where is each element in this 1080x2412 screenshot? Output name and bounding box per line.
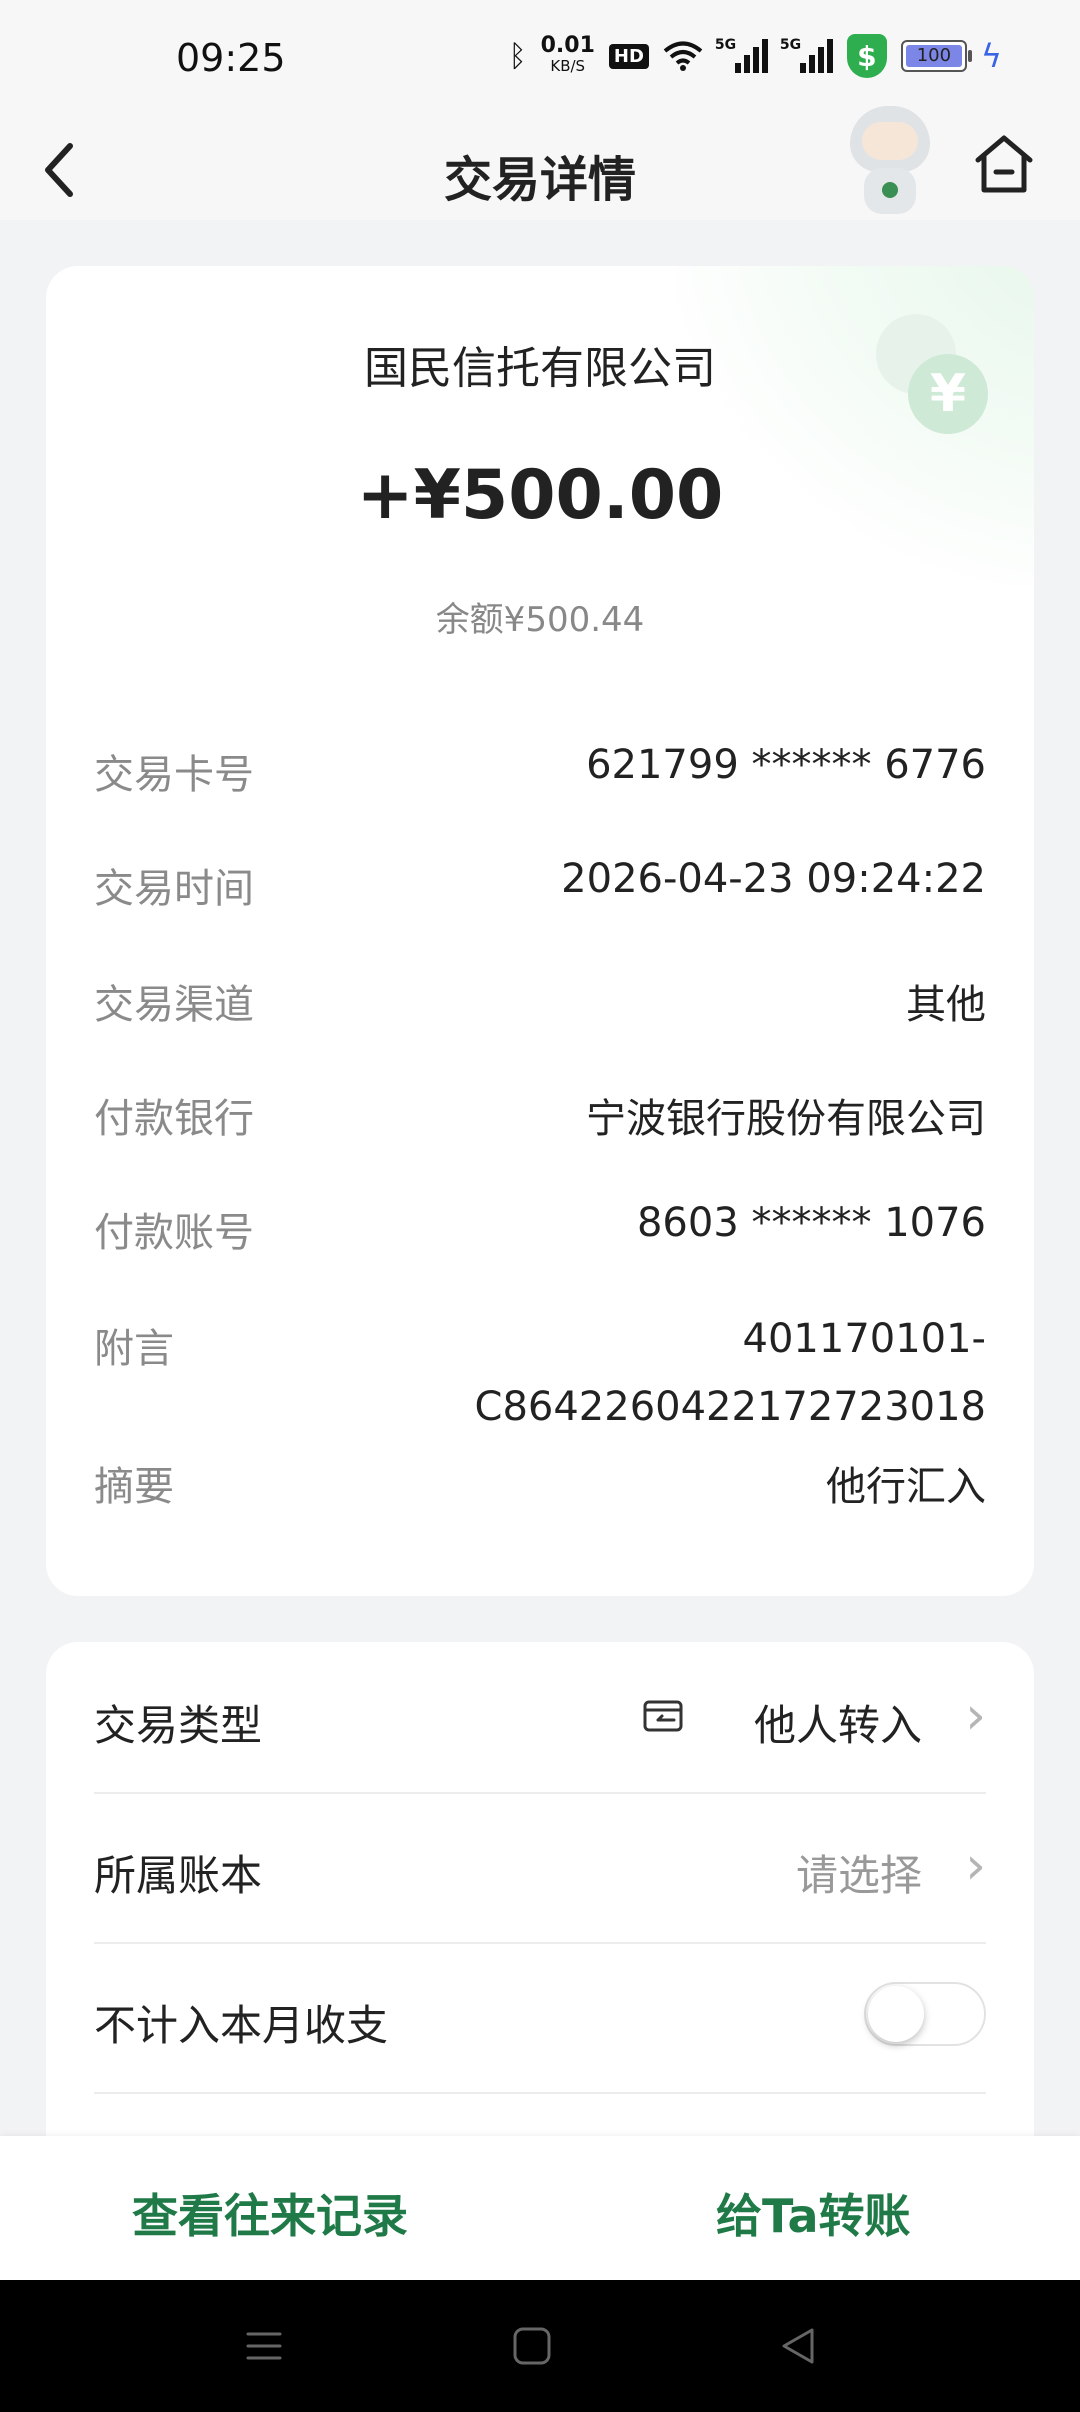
app-header: 交易详情 — [0, 106, 1080, 220]
transaction-detail-card: ¥ 国民信托有限公司 +¥500.00 余额¥500.44 交易卡号 62179… — [46, 266, 1034, 1596]
hd-icon: HD — [608, 43, 649, 69]
transaction-amount: +¥500.00 — [356, 456, 724, 535]
back-nav-icon[interactable] — [776, 2324, 820, 2368]
account-balance: 余额¥500.44 — [435, 600, 645, 640]
transaction-type-value: 他人转入 — [753, 1701, 922, 1750]
system-nav-bar — [0, 2280, 1080, 2412]
detail-value: 621799 ****** 6776 — [586, 742, 986, 788]
status-icons: ᛒ 0.01 KB/S HD 5G 5G $ 100 ϟ — [509, 34, 1002, 78]
assistant-mascot-icon[interactable] — [840, 106, 940, 216]
battery-icon: 100 — [900, 40, 972, 72]
status-bar: 09:25 ᛒ 0.01 KB/S HD 5G 5G $ 100 ϟ — [0, 0, 1080, 120]
signal-icon-2: 5G — [780, 37, 833, 73]
transaction-type-row[interactable]: 交易类型 他人转入 › — [94, 1642, 986, 1794]
detail-value: 其他 — [906, 982, 986, 1028]
exclude-monthly-toggle[interactable] — [864, 1982, 986, 2046]
menu-icon[interactable] — [242, 2324, 286, 2368]
home-nav-icon[interactable] — [510, 2324, 554, 2368]
detail-value: 8603 ****** 1076 — [636, 1200, 986, 1246]
detail-label: 交易时间 — [94, 866, 254, 912]
clock: 09:25 — [176, 36, 286, 80]
detail-value: 2026-04-23 09:24:22 — [561, 856, 986, 902]
toggle-knob — [868, 1986, 924, 2042]
detail-value: 宁波银行股份有限公司 — [586, 1096, 986, 1142]
detail-label: 交易卡号 — [94, 752, 254, 798]
detail-value: C8642260422172723018 — [474, 1384, 986, 1430]
charging-icon: ϟ — [980, 37, 1002, 75]
detail-value: 401170101- — [742, 1316, 986, 1362]
exclude-monthly-row: 不计入本月收支 — [94, 1942, 986, 2094]
detail-label: 摘要 — [94, 1464, 174, 1510]
exclude-monthly-label: 不计入本月收支 — [94, 2001, 389, 2050]
payer-name: 国民信托有限公司 — [364, 343, 716, 394]
network-speed: 0.01 KB/S — [540, 33, 595, 76]
view-history-button[interactable]: 查看往来记录 — [132, 2180, 408, 2246]
transaction-type-label: 交易类型 — [94, 1701, 263, 1750]
signal-icon-1: 5G — [715, 37, 768, 73]
chevron-right-icon: › — [965, 1686, 986, 1746]
bottom-action-bar: 查看往来记录 给Ta转账 — [0, 2136, 1080, 2280]
transaction-settings-card: 交易类型 他人转入 › 所属账本 请选择 › 不计入本月收支 — [46, 1642, 1034, 2142]
detail-label: 附言 — [94, 1326, 174, 1372]
detail-label: 付款账号 — [94, 1210, 254, 1256]
account-book-label: 所属账本 — [94, 1851, 263, 1900]
transfer-to-button[interactable]: 给Ta转账 — [716, 2180, 911, 2246]
chevron-right-icon: › — [965, 1836, 986, 1896]
security-shield-icon: $ — [846, 34, 887, 78]
account-book-placeholder: 请选择 — [795, 1851, 922, 1900]
account-book-row[interactable]: 所属账本 请选择 › — [94, 1792, 986, 1944]
transfer-in-icon — [643, 1700, 683, 1732]
bluetooth-icon: ᛒ — [508, 38, 527, 74]
home-icon[interactable] — [972, 132, 1036, 196]
detail-label: 付款银行 — [94, 1096, 254, 1142]
wifi-icon — [663, 41, 703, 71]
detail-value: 他行汇入 — [826, 1464, 986, 1510]
detail-label: 交易渠道 — [94, 982, 254, 1028]
